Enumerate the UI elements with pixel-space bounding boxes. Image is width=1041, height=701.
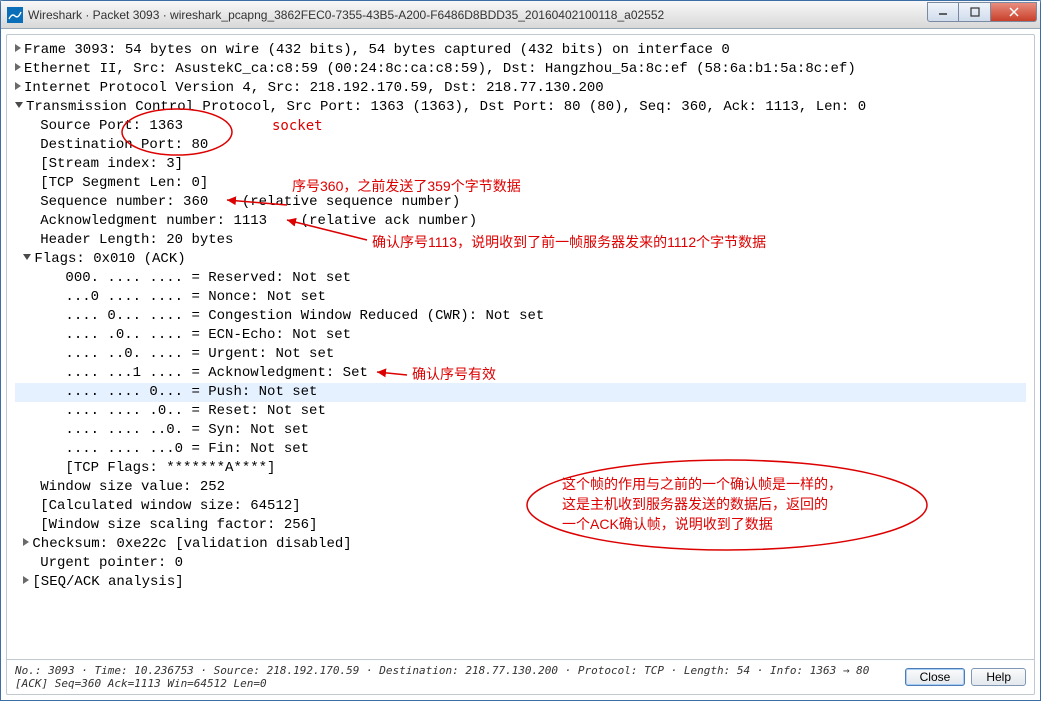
tree-row[interactable]: [Window size scaling factor: 256]: [15, 516, 1026, 535]
tree-row-selected[interactable]: .... .... 0... = Push: Not set: [15, 383, 1026, 402]
collapse-icon[interactable]: [15, 102, 23, 108]
tree-row[interactable]: .... .... ..0. = Syn: Not set: [15, 421, 1026, 440]
tree-row[interactable]: Internet Protocol Version 4, Src: 218.19…: [15, 79, 1026, 98]
tree-row[interactable]: Source Port: 1363: [15, 117, 1026, 136]
tree-row[interactable]: Window size value: 252: [15, 478, 1026, 497]
expand-icon[interactable]: [23, 538, 29, 546]
help-button[interactable]: Help: [971, 668, 1026, 686]
collapse-icon[interactable]: [23, 254, 31, 260]
tree-row[interactable]: Frame 3093: 54 bytes on wire (432 bits),…: [15, 41, 1026, 60]
expand-icon[interactable]: [15, 82, 21, 90]
minimize-button[interactable]: [927, 2, 959, 22]
tree-row[interactable]: .... ...1 .... = Acknowledgment: Set: [15, 364, 1026, 383]
titlebar[interactable]: Wireshark · Packet 3093 · wireshark_pcap…: [1, 1, 1040, 29]
expand-icon[interactable]: [15, 44, 21, 52]
tree-row[interactable]: Flags: 0x010 (ACK): [15, 250, 1026, 269]
window-title: Wireshark · Packet 3093 · wireshark_pcap…: [28, 8, 927, 22]
tree-row[interactable]: .... ..0. .... = Urgent: Not set: [15, 345, 1026, 364]
window-frame: Wireshark · Packet 3093 · wireshark_pcap…: [0, 0, 1041, 701]
tree-row[interactable]: Checksum: 0xe22c [validation disabled]: [15, 535, 1026, 554]
expand-icon[interactable]: [15, 63, 21, 71]
tree-row[interactable]: .... 0... .... = Congestion Window Reduc…: [15, 307, 1026, 326]
close-window-button[interactable]: [991, 2, 1037, 22]
wireshark-icon: [7, 7, 23, 23]
packet-tree[interactable]: Frame 3093: 54 bytes on wire (432 bits),…: [7, 35, 1034, 659]
tree-row[interactable]: Ethernet II, Src: AsustekC_ca:c8:59 (00:…: [15, 60, 1026, 79]
expand-icon[interactable]: [23, 576, 29, 584]
tree-row[interactable]: Header Length: 20 bytes: [15, 231, 1026, 250]
tree-row[interactable]: .... .... .0.. = Reset: Not set: [15, 402, 1026, 421]
tree-row[interactable]: Transmission Control Protocol, Src Port:…: [15, 98, 1026, 117]
tree-row[interactable]: Acknowledgment number: 1113 (relative ac…: [15, 212, 1026, 231]
maximize-button[interactable]: [959, 2, 991, 22]
status-text: No.: 3093 · Time: 10.236753 · Source: 21…: [15, 664, 899, 690]
status-bar: No.: 3093 · Time: 10.236753 · Source: 21…: [7, 659, 1034, 694]
tree-row[interactable]: [Calculated window size: 64512]: [15, 497, 1026, 516]
tree-row[interactable]: 000. .... .... = Reserved: Not set: [15, 269, 1026, 288]
tree-row[interactable]: [SEQ/ACK analysis]: [15, 573, 1026, 592]
tree-row[interactable]: [Stream index: 3]: [15, 155, 1026, 174]
tree-row[interactable]: Urgent pointer: 0: [15, 554, 1026, 573]
tree-row[interactable]: .... .... ...0 = Fin: Not set: [15, 440, 1026, 459]
close-button[interactable]: Close: [905, 668, 966, 686]
tree-row[interactable]: [TCP Flags: *******A****]: [15, 459, 1026, 478]
tree-row[interactable]: ...0 .... .... = Nonce: Not set: [15, 288, 1026, 307]
tree-row[interactable]: Destination Port: 80: [15, 136, 1026, 155]
tree-row[interactable]: Sequence number: 360 (relative sequence …: [15, 193, 1026, 212]
content-frame: Frame 3093: 54 bytes on wire (432 bits),…: [6, 34, 1035, 695]
tree-row[interactable]: .... .0.. .... = ECN-Echo: Not set: [15, 326, 1026, 345]
tree-row[interactable]: [TCP Segment Len: 0]: [15, 174, 1026, 193]
